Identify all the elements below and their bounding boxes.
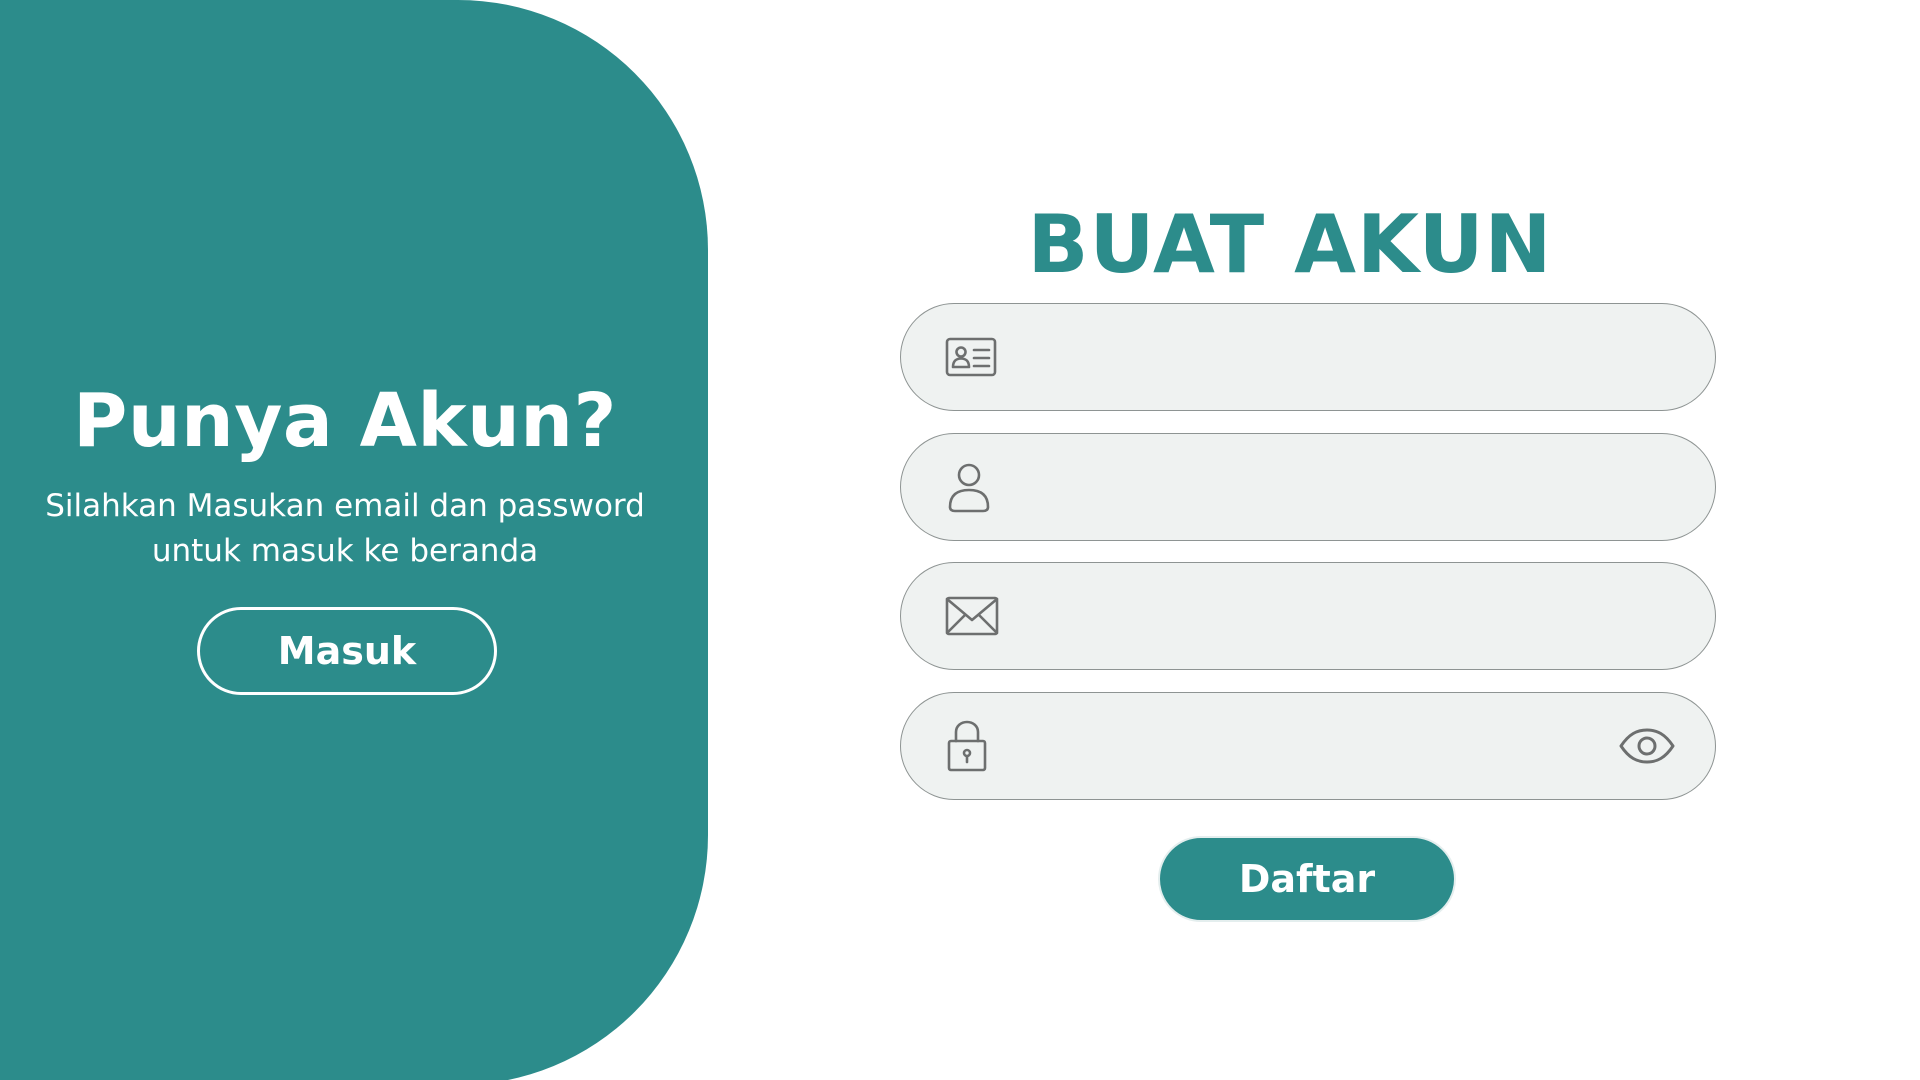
full-name-input[interactable] [1031,304,1595,410]
full-name-field[interactable] [900,303,1716,411]
password-field[interactable] [900,692,1716,800]
login-prompt-description-line1: Silahkan Masukan email dan password [45,488,645,524]
id-card-icon [945,337,997,377]
email-field[interactable] [900,562,1716,670]
lock-icon [945,719,989,773]
envelope-icon [945,596,999,636]
eye-icon[interactable] [1619,728,1675,764]
username-input[interactable] [1031,434,1595,540]
password-input[interactable] [1031,693,1595,799]
login-prompt-panel: Punya Akun? Silahkan Masukan email dan p… [0,0,708,1080]
login-prompt-description-line2: untuk masuk ke beranda [151,533,539,569]
login-button[interactable]: Masuk [197,607,497,695]
user-icon [945,461,993,513]
login-prompt-description: Silahkan Masukan email dan password untu… [20,484,670,574]
username-field[interactable] [900,433,1716,541]
register-title: BUAT AKUN [1027,198,1553,291]
login-prompt-title: Punya Akun? [73,378,617,464]
register-page: Punya Akun? Silahkan Masukan email dan p… [0,0,1920,1080]
register-button[interactable]: Daftar [1158,836,1456,922]
email-input[interactable] [1031,563,1595,669]
